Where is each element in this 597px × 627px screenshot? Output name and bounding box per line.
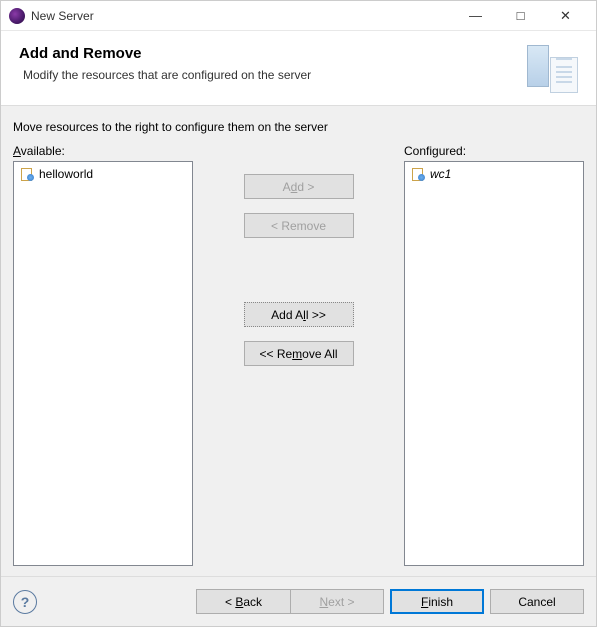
content-area: Move resources to the right to configure…: [1, 106, 596, 576]
instruction-text: Move resources to the right to configure…: [13, 120, 584, 134]
configured-label: Configured:: [404, 144, 584, 158]
nav-buttons: < Back Next >: [196, 589, 384, 614]
header-text: Add and Remove Modify the resources that…: [19, 45, 523, 82]
module-icon: [20, 167, 34, 181]
list-item[interactable]: wc1: [408, 165, 580, 183]
back-button[interactable]: < Back: [196, 589, 290, 614]
add-button[interactable]: Add >: [244, 174, 354, 199]
module-icon: [411, 167, 425, 181]
cancel-button[interactable]: Cancel: [490, 589, 584, 614]
window-title: New Server: [31, 9, 453, 23]
available-column: Available: helloworld: [13, 144, 193, 566]
next-button[interactable]: Next >: [290, 589, 384, 614]
eclipse-icon: [9, 8, 25, 24]
finish-button[interactable]: Finish: [390, 589, 484, 614]
page-subtitle: Modify the resources that are configured…: [23, 68, 523, 82]
list-item-label: helloworld: [39, 167, 93, 181]
available-label: Available:: [13, 144, 193, 158]
list-item-label: wc1: [430, 167, 451, 181]
close-button[interactable]: ✕: [543, 2, 588, 30]
remove-button[interactable]: < Remove: [244, 213, 354, 238]
titlebar: New Server — □ ✕: [1, 1, 596, 31]
list-item[interactable]: helloworld: [17, 165, 189, 183]
maximize-button[interactable]: □: [498, 2, 543, 30]
available-listbox[interactable]: helloworld: [13, 161, 193, 566]
remove-all-button[interactable]: << Remove All: [244, 341, 354, 366]
server-icon: [523, 45, 578, 95]
transfer-panel: Available: helloworld Add > < Remove Add…: [13, 144, 584, 566]
transfer-buttons: Add > < Remove Add All >> << Remove All: [203, 144, 394, 566]
wizard-header: Add and Remove Modify the resources that…: [1, 31, 596, 106]
window-controls: — □ ✕: [453, 2, 588, 30]
page-title: Add and Remove: [19, 45, 523, 62]
configured-listbox[interactable]: wc1: [404, 161, 584, 566]
configured-column: Configured: wc1: [404, 144, 584, 566]
help-icon[interactable]: ?: [13, 590, 37, 614]
add-all-button[interactable]: Add All >>: [244, 302, 354, 327]
wizard-footer: ? < Back Next > Finish Cancel: [1, 576, 596, 626]
minimize-button[interactable]: —: [453, 2, 498, 30]
